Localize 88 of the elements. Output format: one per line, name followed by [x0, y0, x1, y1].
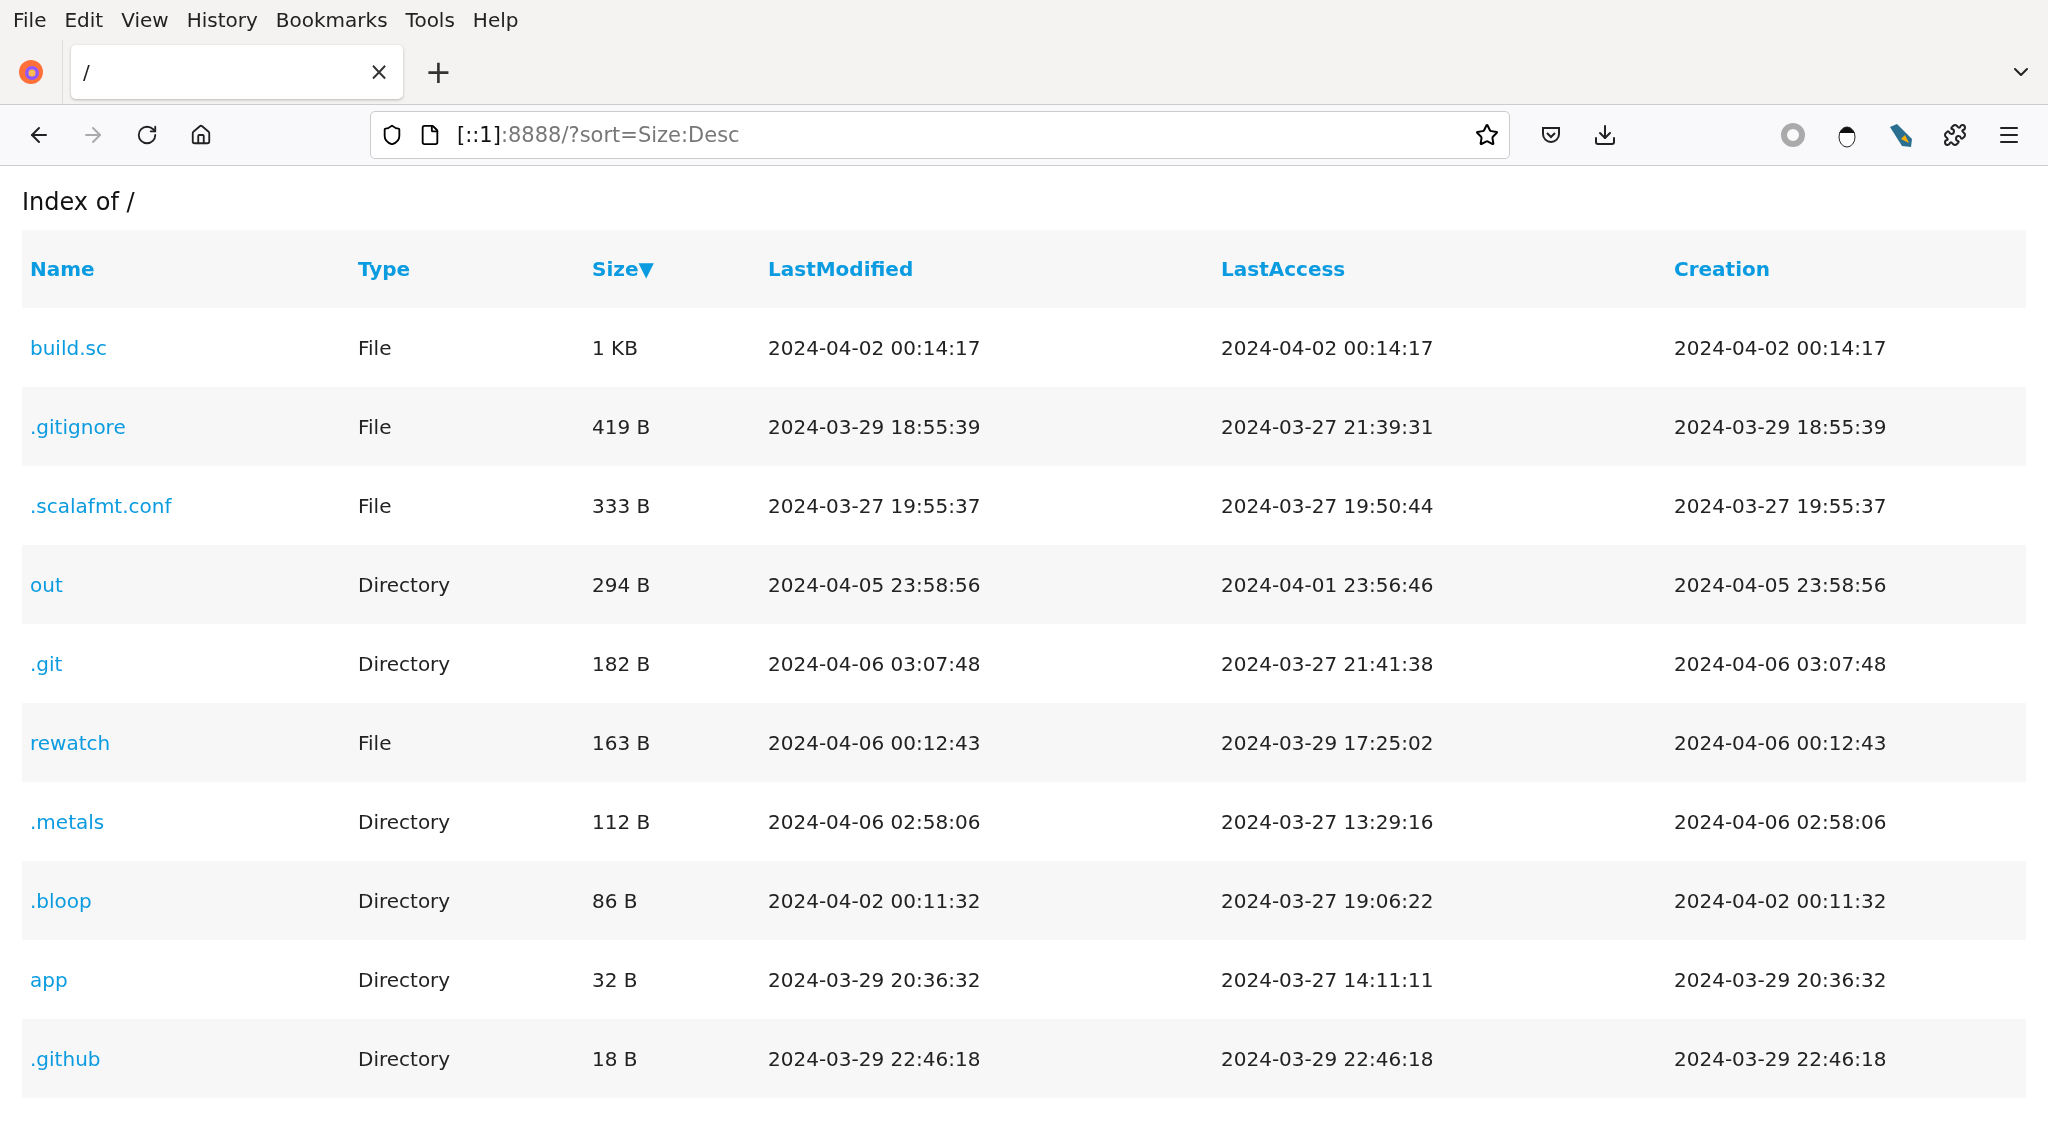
table-cell: 163 B — [584, 703, 760, 782]
column-header[interactable]: LastModified — [760, 230, 1213, 308]
table-cell: 2024-03-29 18:55:39 — [1666, 387, 2026, 466]
table-cell: 2024-03-29 22:46:18 — [1213, 1019, 1666, 1098]
table-cell: 2024-04-02 00:14:17 — [1666, 308, 2026, 387]
table-cell: 2024-04-05 23:58:56 — [760, 545, 1213, 624]
table-cell: 2024-04-06 00:12:43 — [760, 703, 1213, 782]
file-link[interactable]: .gitignore — [22, 387, 350, 466]
url-text: [::1]:8888/?sort=Size:Desc — [457, 123, 741, 147]
puzzle-icon[interactable] — [1943, 123, 1967, 147]
column-header[interactable]: Creation — [1666, 230, 2026, 308]
table-cell: 2024-03-27 21:41:38 — [1213, 624, 1666, 703]
table-cell: 2024-04-01 23:56:46 — [1213, 545, 1666, 624]
table-cell: 2024-03-29 20:36:32 — [1666, 940, 2026, 1019]
table-cell: 2024-04-06 00:12:43 — [1666, 703, 2026, 782]
table-cell: 86 B — [584, 861, 760, 940]
download-icon[interactable] — [1593, 123, 1617, 147]
table-cell: 333 B — [584, 466, 760, 545]
table-cell: 2024-04-02 00:11:32 — [1666, 861, 2026, 940]
menu-item[interactable]: Edit — [55, 8, 113, 32]
table-cell: File — [350, 466, 584, 545]
file-link[interactable]: .metals — [22, 782, 350, 861]
table-cell: File — [350, 387, 584, 466]
table-cell: 2024-03-27 19:55:37 — [760, 466, 1213, 545]
table-cell: 2024-03-29 22:46:18 — [1666, 1019, 2026, 1098]
file-link[interactable]: .bloop — [22, 861, 350, 940]
table-cell: 2024-04-06 02:58:06 — [1666, 782, 2026, 861]
page-title: Index of / — [22, 188, 136, 216]
file-link[interactable]: out — [22, 545, 350, 624]
arrow-extension-icon[interactable] — [1887, 121, 1915, 149]
table-cell: 2024-04-06 02:58:06 — [760, 782, 1213, 861]
table-cell: 2024-03-27 19:55:37 — [1666, 466, 2026, 545]
table-cell: 2024-03-27 19:50:44 — [1213, 466, 1666, 545]
table-cell: 2024-03-27 21:39:31 — [1213, 387, 1666, 466]
table-cell: Directory — [350, 545, 584, 624]
shield-icon — [381, 124, 403, 146]
menu-item[interactable]: Bookmarks — [266, 8, 397, 32]
menu-item[interactable]: History — [177, 8, 267, 32]
table-cell: 1 KB — [584, 308, 760, 387]
table-cell: 32 B — [584, 940, 760, 1019]
table-cell: 2024-03-29 22:46:18 — [760, 1019, 1213, 1098]
table-cell: 2024-04-06 03:07:48 — [1666, 624, 2026, 703]
file-link[interactable]: .git — [22, 624, 350, 703]
file-link[interactable]: .github — [22, 1019, 350, 1098]
table-cell: 2024-04-02 00:14:17 — [1213, 308, 1666, 387]
table-cell: 112 B — [584, 782, 760, 861]
menu-item[interactable]: Tools — [396, 8, 464, 32]
table-cell: 2024-04-02 00:14:17 — [760, 308, 1213, 387]
table-cell: 2024-03-29 17:25:02 — [1213, 703, 1666, 782]
table-cell: Directory — [350, 782, 584, 861]
table-cell: 294 B — [584, 545, 760, 624]
file-link[interactable]: rewatch — [22, 703, 350, 782]
table-cell: 2024-03-29 20:36:32 — [760, 940, 1213, 1019]
menu-item[interactable]: File — [4, 8, 56, 32]
table-cell: Directory — [350, 861, 584, 940]
table-cell: 419 B — [584, 387, 760, 466]
browser-tab[interactable]: / × — [71, 45, 403, 99]
table-cell: 18 B — [584, 1019, 760, 1098]
table-cell: File — [350, 308, 584, 387]
new-tab-button[interactable]: + — [425, 53, 452, 91]
table-cell: 2024-04-06 03:07:48 — [760, 624, 1213, 703]
address-bar[interactable]: [::1]:8888/?sort=Size:Desc — [370, 111, 1510, 159]
browser-logo-icon[interactable] — [18, 59, 44, 85]
column-header[interactable]: LastAccess — [1213, 230, 1666, 308]
table-cell: 2024-03-27 14:11:11 — [1213, 940, 1666, 1019]
file-link[interactable]: app — [22, 940, 350, 1019]
table-cell: 2024-03-29 18:55:39 — [760, 387, 1213, 466]
bookmark-star-icon[interactable] — [1475, 123, 1499, 147]
table-cell: 2024-04-02 00:11:32 — [760, 861, 1213, 940]
table-cell: 2024-04-05 23:58:56 — [1666, 545, 2026, 624]
table-cell: Directory — [350, 624, 584, 703]
file-link[interactable]: .scalafmt.conf — [22, 466, 350, 545]
close-tab-button[interactable]: × — [368, 58, 389, 86]
table-cell: 2024-03-27 13:29:16 — [1213, 782, 1666, 861]
column-header[interactable]: Name — [22, 230, 350, 308]
page-icon — [419, 124, 441, 146]
menu-item[interactable]: View — [112, 8, 178, 32]
reload-icon[interactable] — [136, 124, 158, 146]
file-link[interactable]: build.sc — [22, 308, 350, 387]
menu-item[interactable]: Help — [463, 8, 528, 32]
column-header[interactable]: Size▼ — [584, 230, 760, 308]
table-cell: 2024-03-27 19:06:22 — [1213, 861, 1666, 940]
table-cell: 182 B — [584, 624, 760, 703]
home-icon[interactable] — [190, 124, 212, 146]
column-header[interactable]: Type — [350, 230, 584, 308]
table-cell: File — [350, 703, 584, 782]
table-cell: Directory — [350, 1019, 584, 1098]
table-cell: Directory — [350, 940, 584, 1019]
